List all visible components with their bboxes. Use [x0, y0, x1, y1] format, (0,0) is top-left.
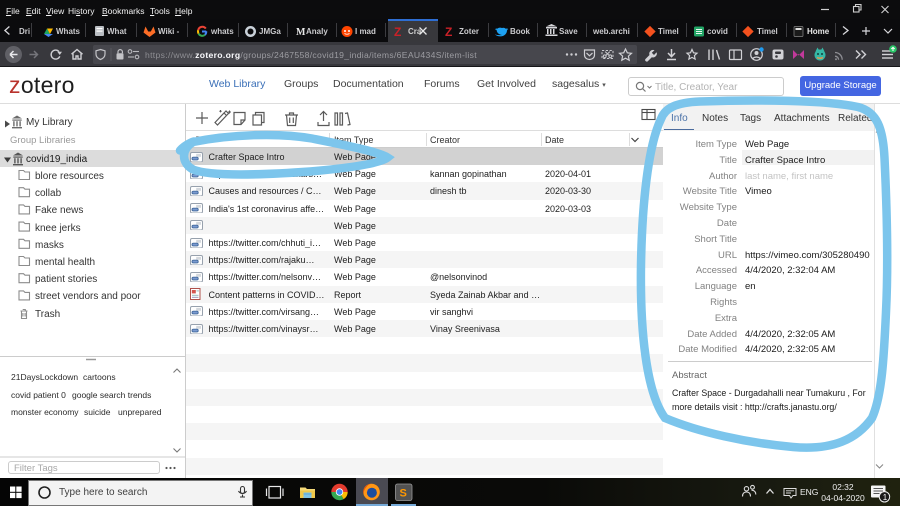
svg-text:Z: Z: [445, 25, 452, 39]
svg-text:M: M: [296, 27, 306, 38]
svg-text:1: 1: [883, 493, 888, 502]
svg-text:S: S: [400, 488, 407, 500]
svg-text:Z: Z: [394, 25, 401, 39]
